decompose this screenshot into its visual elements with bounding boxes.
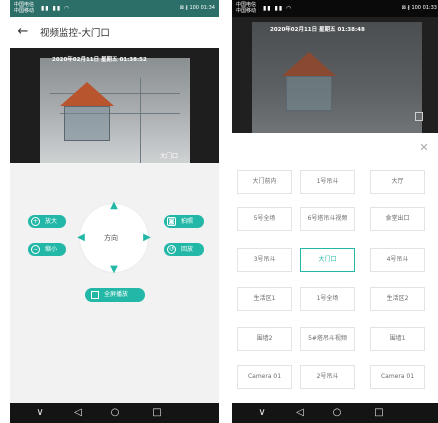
- fullscreen-label: 全屏播放: [104, 291, 129, 298]
- camera-option[interactable]: 围墙2: [237, 327, 292, 351]
- status-bar: 中国电信 中国移动 ▮▮ ▮▮ ◠ ⊠ ∦ 100 01:34: [10, 0, 219, 17]
- camera-option[interactable]: 3号吊斗: [237, 248, 292, 272]
- zoom-in-button[interactable]: + 放大: [28, 215, 66, 228]
- tent-roof: [60, 82, 114, 106]
- capture-button[interactable]: ◙ 拍照: [164, 215, 204, 228]
- chevron-down-icon[interactable]: ∨: [30, 406, 50, 420]
- fullscreen-icon[interactable]: [415, 112, 423, 121]
- camera-option[interactable]: 4号吊斗: [370, 248, 425, 272]
- video-player[interactable]: 2020年02月11日 星期五 01:38:52 大门口: [10, 48, 219, 163]
- carrier-2: 中国移动: [14, 8, 35, 14]
- chevron-down-icon[interactable]: ∨: [252, 406, 272, 420]
- ptz-control-panel: + 放大 − 缩小 ◙ 拍照 ↺ 回放 ▲ ▼ ◀ ▶ 方向 全屏播放: [10, 163, 219, 403]
- back-triangle-icon[interactable]: ◁: [290, 406, 310, 420]
- home-circle-icon[interactable]: ○: [327, 406, 347, 420]
- status-carriers: 中国电信 中国移动: [236, 2, 256, 14]
- camera-feed-image: [252, 22, 422, 133]
- status-time-battery: ⊠ ∦ 100 01:34: [179, 5, 215, 11]
- camera-picker-sheet: ✕ 大门前内 1号吊斗 大厅 5号全场 6号塔吊斗视频 食堂出口 3号吊斗 大门…: [232, 136, 438, 403]
- video-player[interactable]: 2020年02月11日 星期五 01:38:48: [232, 17, 438, 133]
- zoom-out-button[interactable]: − 缩小: [28, 243, 66, 256]
- camera-option[interactable]: 大厅: [370, 170, 425, 194]
- home-circle-icon[interactable]: ○: [105, 406, 125, 420]
- camera-option[interactable]: 食堂出口: [370, 207, 425, 231]
- camera-option[interactable]: 1号吊斗: [300, 170, 355, 194]
- system-nav-bar: ∨ ◁ ○ □: [232, 403, 438, 423]
- phone-camera-picker-screen: 中国电信 中国移动 ▮▮ ▮▮ ◠ ⊠ ∦ 100 01:33 2020年02月…: [232, 0, 438, 423]
- status-carriers: 中国电信 中国移动: [14, 2, 34, 14]
- camera-option[interactable]: 1号全场: [300, 287, 355, 311]
- arrow-right-icon[interactable]: ▶: [142, 233, 152, 243]
- direction-pad: ▲ ▼ ◀ ▶ 方向: [77, 201, 151, 275]
- carrier-2: 中国移动: [236, 8, 257, 14]
- camera-option[interactable]: 生活区2: [370, 287, 425, 311]
- recent-square-icon[interactable]: □: [369, 406, 389, 420]
- camera-option[interactable]: 大门前内: [237, 170, 292, 194]
- camera-name-overlay: 大门口: [160, 153, 179, 160]
- fullscreen-button[interactable]: 全屏播放: [85, 288, 145, 302]
- camera-option[interactable]: Camera 01: [237, 365, 292, 389]
- arrow-left-icon[interactable]: ←: [14, 22, 32, 42]
- capture-label: 拍照: [181, 218, 194, 225]
- arrow-left-icon[interactable]: ◀: [76, 233, 86, 243]
- playback-button[interactable]: ↺ 回放: [164, 243, 204, 256]
- history-icon: ↺: [167, 245, 176, 254]
- zoom-in-label: 放大: [45, 218, 58, 225]
- camera-option-selected[interactable]: 大门口: [300, 248, 355, 272]
- zoom-out-label: 缩小: [45, 246, 58, 253]
- signal-wifi-icon: ▮▮ ▮▮ ◠: [263, 5, 293, 12]
- status-bar: 中国电信 中国移动 ▮▮ ▮▮ ◠ ⊠ ∦ 100 01:33: [232, 0, 438, 17]
- camera-option[interactable]: 5号全场: [237, 207, 292, 231]
- camera-option[interactable]: 6号塔吊斗视频: [300, 207, 355, 231]
- plus-circle-icon: +: [31, 217, 40, 226]
- arrow-up-icon[interactable]: ▲: [109, 201, 119, 211]
- fullscreen-icon: [91, 291, 99, 299]
- status-time-battery: ⊠ ∦ 100 01:33: [401, 5, 437, 11]
- direction-label: 方向: [104, 234, 118, 242]
- arrow-down-icon[interactable]: ▼: [109, 265, 119, 275]
- back-triangle-icon[interactable]: ◁: [68, 406, 88, 420]
- video-timestamp: 2020年02月11日 星期五 01:38:52: [52, 57, 147, 63]
- signal-wifi-icon: ▮▮ ▮▮ ◠: [41, 5, 71, 12]
- glass-booth: [64, 106, 110, 141]
- camera-option[interactable]: 围墙1: [370, 327, 425, 351]
- camera-option[interactable]: 生活区1: [237, 287, 292, 311]
- system-nav-bar: ∨ ◁ ○ □: [10, 403, 219, 423]
- video-timestamp: 2020年02月11日 星期五 01:38:48: [270, 27, 365, 33]
- camera-option[interactable]: 5#塔吊斗视频: [300, 327, 355, 351]
- camera-option[interactable]: 2号吊斗: [300, 365, 355, 389]
- minus-circle-icon: −: [31, 245, 40, 254]
- glass-booth: [286, 76, 332, 111]
- recent-square-icon[interactable]: □: [147, 406, 167, 420]
- pillar: [140, 78, 141, 163]
- page-title: 视频监控-大门口: [40, 28, 110, 39]
- close-icon[interactable]: ✕: [418, 142, 430, 154]
- playback-label: 回放: [181, 246, 194, 253]
- app-bar: ← 视频监控-大门口: [10, 17, 219, 47]
- tent-roof: [282, 52, 336, 76]
- camera-feed-image: [40, 58, 190, 163]
- phone-video-monitor-screen: 中国电信 中国移动 ▮▮ ▮▮ ◠ ⊠ ∦ 100 01:34 ← 视频监控-大…: [10, 0, 219, 423]
- camera-option[interactable]: Camera 01: [370, 365, 425, 389]
- camera-icon: ◙: [167, 217, 176, 226]
